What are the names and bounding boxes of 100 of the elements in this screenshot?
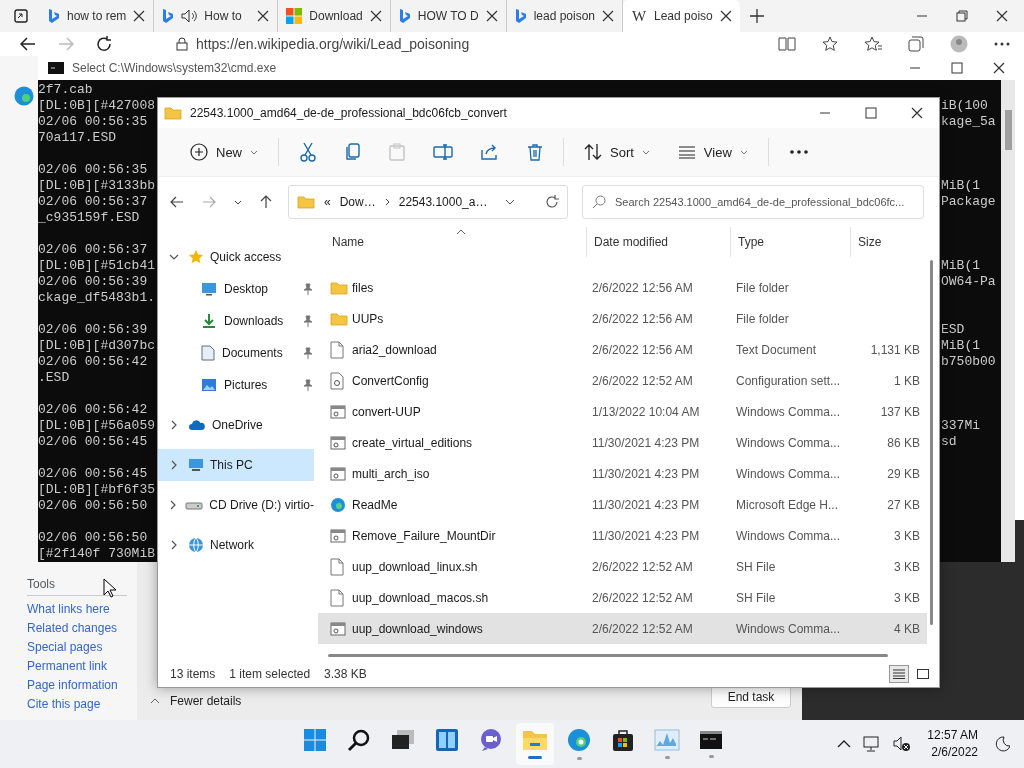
plus-icon[interactable] [749, 9, 764, 23]
close-icon[interactable] [911, 107, 923, 119]
toolbar-button[interactable]: Sort [570, 137, 664, 167]
address-bar-url[interactable]: https://en.wikipedia.org/wiki/Lead_poisoning [196, 36, 470, 52]
close-icon[interactable] [993, 62, 1005, 74]
address-bar[interactable]: « Dow… 22543.1000_a… [288, 185, 568, 219]
nav-item[interactable]: Network [158, 529, 314, 561]
file-row[interactable]: uup_download_linux.sh 2/6/2022 12:52 AM SH File 3 KB [318, 551, 927, 582]
network-status-icon[interactable] [863, 735, 882, 753]
nav-item[interactable]: Downloads [158, 305, 314, 337]
windows-logo-icon[interactable] [303, 728, 327, 752]
toolbar-button[interactable]: View [663, 138, 762, 166]
maximize-icon[interactable] [951, 62, 963, 74]
chevron-right-icon[interactable] [169, 500, 176, 510]
column-header[interactable]: Date modified [594, 227, 731, 257]
view-toggle[interactable] [889, 665, 909, 683]
task-view-icon[interactable] [391, 729, 415, 751]
chevron-right-icon[interactable] [171, 540, 177, 550]
nav-item[interactable]: This PC [158, 449, 314, 481]
chevron-right-icon[interactable] [171, 460, 177, 470]
moon-icon[interactable] [994, 736, 1010, 752]
picture-icon [201, 378, 217, 392]
file-row[interactable]: multi_arch_iso 11/30/2021 4:23 PM Windows Comma... 29 KB [318, 458, 927, 489]
file-row[interactable]: Remove_Failure_MountDir 11/30/2021 4:23 PM Windows Comma... 3 KB [318, 520, 927, 551]
column-header[interactable]: Type [738, 227, 851, 257]
folder-icon[interactable] [522, 729, 548, 751]
file-row[interactable]: uup_download_macos.sh 2/6/2022 12:52 AM SH File 3 KB [318, 582, 927, 613]
close-icon[interactable] [485, 10, 498, 22]
file-row[interactable]: UUPs 2/6/2022 12:56 AM File folder [318, 303, 927, 334]
more-icon[interactable] [994, 42, 1010, 46]
nav-item[interactable]: Pictures [158, 369, 314, 401]
tab-actions-icon[interactable] [14, 9, 28, 23]
search-icon[interactable] [347, 728, 371, 752]
toolbar-button[interactable]: New [176, 137, 272, 167]
refresh-icon[interactable] [545, 195, 559, 209]
back-icon[interactable] [170, 196, 184, 208]
sidebar-link[interactable]: Page information [27, 676, 137, 695]
chevron-right-icon[interactable] [171, 420, 177, 430]
maximize-icon[interactable] [865, 107, 877, 119]
restore-icon[interactable] [956, 10, 968, 22]
video-chat-icon[interactable] [479, 728, 503, 752]
nav-item[interactable]: Desktop [158, 273, 314, 305]
folder-icon [297, 195, 315, 209]
file-row[interactable]: convert-UUP 1/13/2022 10:04 AM Windows Comma... 137 KB [318, 396, 927, 427]
column-header[interactable]: Size [858, 227, 921, 257]
nav-item[interactable]: OneDrive [158, 409, 314, 441]
file-row[interactable]: aria2_download 2/6/2022 12:56 AM Text Document 1,131 KB [318, 334, 927, 365]
pin-icon [302, 379, 314, 391]
terminal-icon [48, 62, 64, 74]
close-icon[interactable] [133, 10, 146, 22]
sidebar-link[interactable]: Related changes [27, 619, 137, 638]
close-icon[interactable] [996, 10, 1008, 22]
browser-tab[interactable]: W Lead poiso [623, 0, 740, 32]
profile-avatar-icon[interactable] [950, 35, 968, 53]
sidebar-link[interactable]: What links here [27, 600, 137, 619]
terminal-icon[interactable] [699, 730, 723, 750]
reading-view-icon[interactable] [778, 37, 796, 51]
caret-icon [739, 149, 748, 155]
scrollbar-thumb[interactable] [328, 654, 888, 657]
search-field[interactable]: Search 22543.1000_amd64_de-de_professional_bdc06fc... [582, 185, 924, 219]
chevron-down-icon[interactable] [234, 199, 242, 205]
close-icon[interactable] [369, 10, 382, 22]
file-row[interactable]: ConvertConfig 2/6/2022 12:52 AM Configuration sett... 1 KB [318, 365, 927, 396]
file-row[interactable]: uup_download_windows 2/6/2022 12:52 AM Windows Comma... 4 KB [318, 613, 927, 644]
scrollbar-thumb[interactable] [930, 260, 933, 625]
close-icon[interactable] [719, 10, 732, 22]
end-task-button[interactable]: End task [711, 686, 791, 708]
scrollbar-thumb[interactable] [1005, 110, 1012, 150]
sidebar-link[interactable]: Cite this page [27, 695, 137, 714]
refresh-icon[interactable] [96, 36, 112, 52]
favorites-icon[interactable] [864, 36, 882, 52]
chevron-up-icon[interactable] [837, 740, 852, 748]
close-icon[interactable] [257, 10, 270, 22]
file-row[interactable]: ReadMe 11/30/2021 4:23 PM Microsoft Edge H... 27 KB [318, 489, 927, 520]
sidebar-link[interactable]: Permanent link [27, 657, 137, 676]
console-text: 02/06 00:56:39 [38, 274, 149, 290]
up-arrow-icon[interactable] [260, 195, 272, 209]
file-row[interactable]: create_virtual_editions 11/30/2021 4:23 PM Windows Comma... 86 KB [318, 427, 927, 458]
chevron-down-icon[interactable] [505, 199, 516, 205]
list-view-icon [677, 145, 696, 159]
fewer-details-toggle[interactable]: Fewer details [150, 694, 242, 708]
speaker-muted-icon[interactable] [893, 735, 912, 753]
nav-item[interactable]: Documents [158, 337, 314, 369]
mouse-cursor-icon [103, 578, 117, 598]
sort-icon [584, 143, 602, 161]
nav-item[interactable]: Quick access [158, 241, 314, 273]
widgets-icon[interactable] [435, 728, 459, 752]
chevron-down-icon[interactable] [169, 254, 179, 260]
back-icon[interactable] [20, 37, 36, 51]
column-header[interactable]: Name [332, 227, 587, 257]
sidebar-link[interactable]: Special pages [27, 638, 137, 657]
file-row[interactable]: files 2/6/2022 12:56 AM File folder [318, 272, 927, 303]
nav-item[interactable]: CD Drive (D:) virtio- [158, 489, 314, 521]
close-icon[interactable] [602, 10, 614, 22]
speaker-icon[interactable] [181, 9, 198, 23]
favorite-star-icon[interactable] [822, 36, 838, 52]
edge-logo-icon[interactable] [567, 728, 591, 752]
collections-icon[interactable] [908, 36, 924, 52]
store-bag-icon[interactable] [612, 728, 634, 752]
clock[interactable]: 12:57 AM 2/6/2022 [923, 727, 982, 761]
